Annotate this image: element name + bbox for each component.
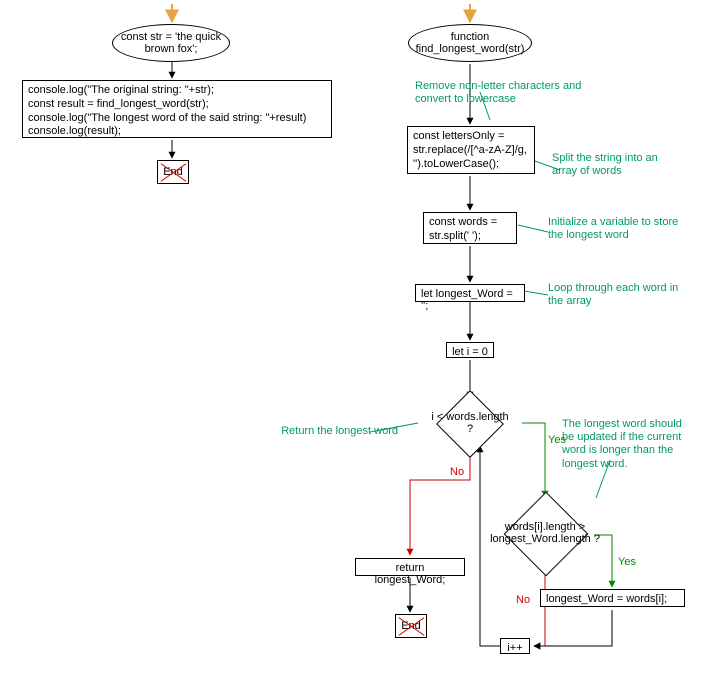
comment-remove: Remove non-letter characters and convert… [415,80,585,106]
left-block-text: console.log("The original string: "+str)… [28,84,306,137]
comment-update: The longest word should be updated if th… [562,418,696,471]
label-yes-2: Yes [618,556,636,568]
label-no-1: No [450,466,464,478]
end-right: End [395,614,427,638]
start-left-text: const str = 'the quick brown fox'; [115,31,227,55]
fn-text: function find_longest_word(str) [411,31,529,55]
start-right: function find_longest_word(str) [408,24,532,62]
decision-longer: words[i].length > longest_Word.length ? [472,494,618,572]
comment-init: Initialize a variable to store the longe… [548,216,688,242]
comment-loop: Loop through each word in the array [548,282,688,308]
node-longest-init: let longest_Word = ''; [415,284,525,302]
comment-split: Split the string into an array of words [552,152,682,178]
node-return: return longest_Word; [355,558,465,576]
end-left-text: End [163,166,183,178]
node-assign: longest_Word = words[i]; [540,589,685,607]
comment-return: Return the longest word [258,425,398,438]
start-left: const str = 'the quick brown fox'; [112,24,230,62]
end-left: End [157,160,189,184]
label-yes-1: Yes [548,434,566,446]
label-no-2: No [516,594,530,606]
end-right-text: End [401,620,421,632]
node-inc: i++ [500,638,530,654]
node-letters-only: const lettersOnly = str.replace(/[^a-zA-… [407,126,535,174]
left-block: console.log("The original string: "+str)… [22,80,332,138]
node-i-init: let i = 0 [446,342,494,358]
decision-loop-cond: i < words.length ? [416,397,524,449]
node-words: const words = str.split(' '); [423,212,517,244]
